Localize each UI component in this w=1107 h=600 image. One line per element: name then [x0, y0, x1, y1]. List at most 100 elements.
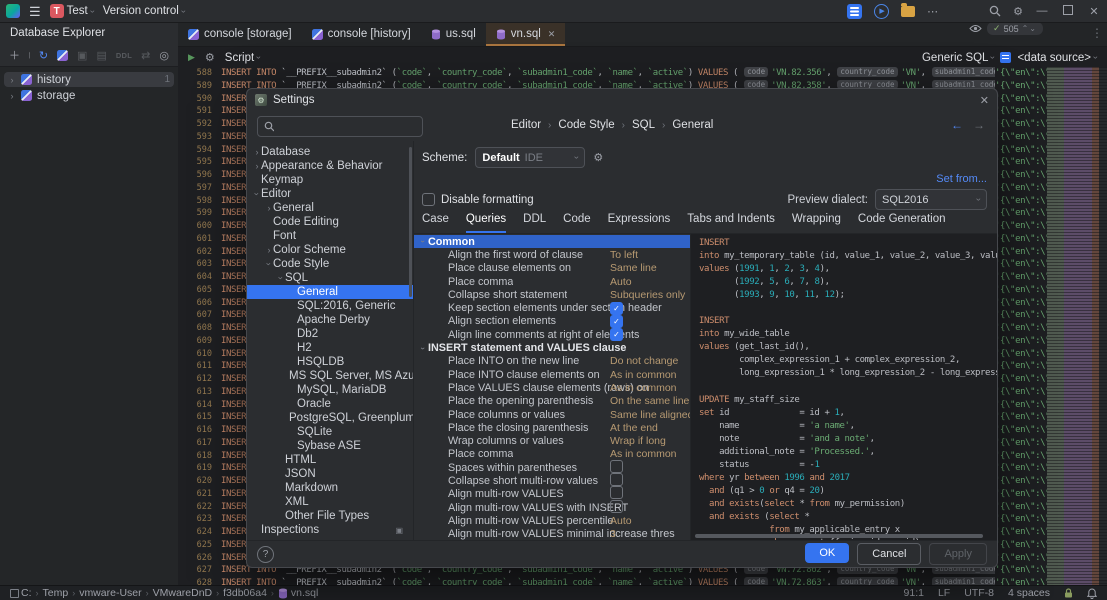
chevron-closed-icon[interactable]: ›: [253, 161, 261, 171]
tab-Expressions[interactable]: Expressions: [608, 213, 671, 233]
option-checkbox[interactable]: [610, 460, 623, 473]
option-value[interactable]: At the end: [610, 422, 658, 434]
maximize-icon[interactable]: [1061, 5, 1075, 18]
set-from-link[interactable]: Set from...: [936, 173, 987, 185]
settings-tree-item-Color-Scheme[interactable]: ›Color Scheme: [247, 243, 413, 257]
option-place-columns-or-values[interactable]: Place columns or valuesSame line aligned: [414, 408, 690, 421]
inspections-widget[interactable]: ✓ 505 ⌃⌄: [969, 22, 1043, 35]
option-value[interactable]: 3: [610, 528, 616, 540]
tab-Code-Generation[interactable]: Code Generation: [858, 213, 946, 233]
cancel-button[interactable]: Cancel: [857, 543, 921, 565]
option-value[interactable]: As in common: [610, 448, 677, 460]
tab-Case[interactable]: Case: [422, 213, 449, 233]
settings-tree-item-Other-File-Types[interactable]: Other File Types: [247, 509, 413, 523]
status-91-1[interactable]: 91:1: [904, 587, 924, 599]
settings-tree-item-HTML[interactable]: HTML: [247, 453, 413, 467]
option-align-line-comments-at-right-of-elements[interactable]: Align line comments at right of elements…: [414, 328, 690, 341]
status-4-spaces[interactable]: 4 spaces: [1008, 587, 1050, 599]
breadcrumb-item-SQL[interactable]: SQL: [632, 119, 655, 131]
settings-tree-item-MySQL-MariaDB[interactable]: MySQL, MariaDB: [247, 383, 413, 397]
option-place-values-clause-elements-rows-on[interactable]: Place VALUES clause elements (rows) onAs…: [414, 381, 690, 394]
chevron-closed-icon[interactable]: ›: [253, 147, 261, 157]
minimize-icon[interactable]: —: [1035, 5, 1049, 17]
chevron-open-icon[interactable]: ›: [276, 274, 286, 282]
tab-Wrapping[interactable]: Wrapping: [792, 213, 841, 233]
settings-tree-item-General[interactable]: General: [247, 285, 413, 299]
settings-tree-item-Markdown[interactable]: Markdown: [247, 481, 413, 495]
option-align-multi-row-values-minimal-increase-thres[interactable]: Align multi-row VALUES minimal increase …: [414, 528, 690, 541]
chevron-open-icon[interactable]: ›: [252, 190, 262, 198]
option-value[interactable]: Subqueries only: [610, 289, 685, 301]
project-selector[interactable]: T Test ›: [50, 4, 94, 18]
settings-tree-item-H2[interactable]: H2: [247, 341, 413, 355]
view-options-icon[interactable]: ◎: [159, 49, 169, 62]
tab-DDL[interactable]: DDL: [523, 213, 546, 233]
settings-search-field[interactable]: [257, 116, 423, 137]
option-common[interactable]: ›Common: [414, 235, 690, 248]
write-access-lock-icon[interactable]: [1064, 588, 1073, 598]
tab-Code[interactable]: Code: [563, 213, 591, 233]
settings-tree-item-Code-Editing[interactable]: Code Editing: [247, 215, 413, 229]
preview-horizontal-scrollbar[interactable]: [695, 534, 983, 538]
settings-tree-item-MS-SQL-Server-MS-Azure[interactable]: MS SQL Server, MS Azure: [247, 369, 413, 383]
option-collapse-short-statement[interactable]: Collapse short statementSubqueries only: [414, 288, 690, 301]
settings-tree-item-Apache-Derby[interactable]: Apache Derby: [247, 313, 413, 327]
option-align-multi-row-values-with-insert[interactable]: Align multi-row VALUES with INSERT: [414, 501, 690, 514]
settings-tree-item-XML[interactable]: XML: [247, 495, 413, 509]
chevron-closed-icon[interactable]: ›: [265, 245, 273, 255]
option-place-the-closing-parenthesis[interactable]: Place the closing parenthesisAt the end: [414, 421, 690, 434]
chevron-closed-icon[interactable]: ›: [265, 203, 273, 213]
settings-tree-item-SQLite[interactable]: SQLite: [247, 425, 413, 439]
settings-gear-icon[interactable]: ⚙: [1013, 5, 1023, 18]
close-tab-icon[interactable]: ✕: [548, 29, 556, 40]
settings-tree-item-Db2[interactable]: Db2: [247, 327, 413, 341]
script-selector[interactable]: Script ›: [225, 52, 260, 64]
option-keep-section-elements-under-section-header[interactable]: Keep section elements under section head…: [414, 301, 690, 314]
chevron-open-icon[interactable]: ›: [264, 260, 274, 268]
option-value[interactable]: Same line: [610, 262, 657, 274]
option-value[interactable]: As in common: [610, 369, 677, 381]
path-item-f3db06a4[interactable]: f3db06a4: [223, 587, 267, 599]
option-value[interactable]: Auto: [610, 515, 632, 527]
prev-next-problem-icons[interactable]: ⌃⌄: [1022, 24, 1037, 33]
settings-tree-item-Inspections[interactable]: Inspections▣: [247, 523, 413, 537]
scrollbar-error-stripe[interactable]: [1047, 67, 1107, 586]
reader-mode-eye-icon[interactable]: [969, 24, 982, 33]
path-item-Temp[interactable]: Temp: [43, 587, 69, 599]
option-align-the-first-word-of-clause[interactable]: Align the first word of clauseTo left: [414, 248, 690, 261]
option-value[interactable]: Same line aligned: [610, 409, 690, 421]
breadcrumb-item-General[interactable]: General: [672, 119, 713, 131]
preview-dialect-select[interactable]: SQL2016 ›: [875, 189, 987, 210]
chevron-right-icon[interactable]: ›: [8, 75, 16, 85]
option-place-the-opening-parenthesis[interactable]: Place the opening parenthesisOn the same…: [414, 395, 690, 408]
vcs-widget[interactable]: Version control ›: [103, 5, 185, 17]
datasource-properties-icon[interactable]: [29, 50, 30, 61]
path-item-vn-sql[interactable]: vn.sql: [278, 587, 318, 599]
main-menu-icon[interactable]: ☰: [29, 5, 41, 18]
option-place-into-on-the-new-line[interactable]: Place INTO on the new lineDo not change: [414, 355, 690, 368]
option-collapse-short-multi-row-values[interactable]: Collapse short multi-row values: [414, 474, 690, 487]
option-checkbox[interactable]: [610, 486, 623, 499]
breadcrumb-item-Editor[interactable]: Editor: [511, 119, 541, 131]
settings-tree-item-Database[interactable]: ›Database: [247, 145, 413, 159]
option-place-clause-elements-on[interactable]: Place clause elements onSame line: [414, 262, 690, 275]
settings-tree-item-HSQLDB[interactable]: HSQLDB: [247, 355, 413, 369]
tab-us-sql[interactable]: us.sql: [421, 22, 486, 46]
option-value[interactable]: Wrap if long: [610, 435, 666, 447]
datasource-selector[interactable]: <data source> ›: [1017, 52, 1097, 64]
option-insert-statement-and-values-clause[interactable]: ›INSERT statement and VALUES clause: [414, 341, 690, 354]
option-align-section-elements[interactable]: Align section elements✓: [414, 315, 690, 328]
tab-list-icon[interactable]: ⋮: [1091, 26, 1103, 40]
run-icon[interactable]: ▶: [874, 4, 889, 19]
option-value[interactable]: As in common: [610, 382, 677, 394]
option-wrap-columns-or-values[interactable]: Wrap columns or valuesWrap if long: [414, 434, 690, 447]
jump-to-console-icon[interactable]: [57, 50, 68, 61]
option-value[interactable]: Auto: [610, 276, 632, 288]
option-checkbox[interactable]: [610, 500, 623, 513]
chevron-open-icon[interactable]: ›: [419, 343, 428, 353]
path-item-VMwareDnD[interactable]: VMwareDnD: [153, 587, 213, 599]
settings-tree-item-Keymap[interactable]: Keymap: [247, 173, 413, 187]
disable-formatting-checkbox[interactable]: [422, 193, 435, 206]
option-checkbox[interactable]: ✓: [610, 315, 623, 328]
more-actions-icon[interactable]: ⋯: [927, 5, 939, 18]
